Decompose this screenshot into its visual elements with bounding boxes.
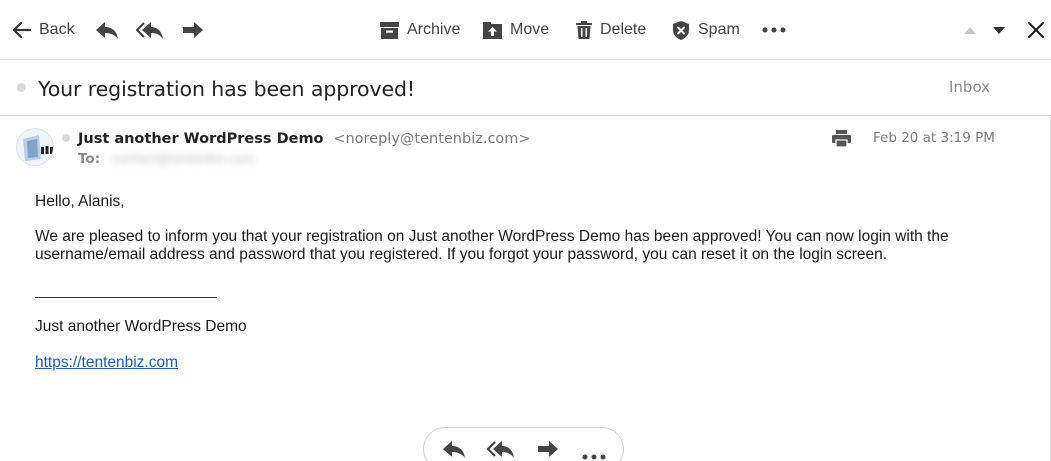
signature-name: Just another WordPress Demo (35, 318, 247, 335)
archive-button[interactable]: Archive (379, 0, 460, 60)
unread-indicator[interactable] (17, 83, 26, 92)
forward-icon (538, 441, 558, 457)
avatar[interactable] (16, 128, 54, 166)
spam-label: Spam (698, 21, 740, 38)
triangle-down-icon (992, 26, 1006, 35)
sender-email: <noreply@tentenbiz.com> (333, 131, 531, 147)
sender-status-dot (62, 134, 70, 142)
delete-button[interactable]: Delete (575, 0, 646, 60)
print-button[interactable] (831, 129, 852, 153)
shield-icon (671, 20, 691, 41)
sender-name: Just another WordPress Demo (78, 131, 324, 147)
signature-divider (35, 297, 217, 298)
move-icon (482, 21, 503, 40)
reply-all-button[interactable] (136, 0, 164, 60)
more-icon (582, 454, 606, 460)
move-label: Move (510, 21, 550, 38)
reply-button[interactable] (95, 0, 119, 60)
subject-title: Your registration has been approved! (38, 77, 416, 101)
more-actions-button[interactable] (762, 0, 786, 60)
message-view: Just another WordPress Demo <noreply@ten… (0, 117, 1051, 461)
back-label: Back (39, 21, 75, 38)
sender[interactable]: Just another WordPress Demo <noreply@ten… (78, 129, 531, 147)
archive-icon (379, 21, 400, 40)
message-toolbar: Back Archive Move Delete Spam (0, 0, 1051, 60)
quick-more-button[interactable] (582, 447, 606, 461)
to-label: To: (78, 151, 101, 167)
trash-icon (575, 20, 593, 40)
reply-icon (95, 20, 119, 40)
printer-icon (832, 130, 851, 148)
folder-label[interactable]: Inbox (949, 78, 990, 96)
triangle-up-icon (963, 26, 977, 35)
back-button[interactable]: Back (12, 0, 75, 60)
reply-icon (443, 441, 465, 458)
signature-link[interactable]: https://tentenbiz.com (35, 354, 178, 372)
subject-header: Your registration has been approved! Inb… (0, 60, 1051, 116)
greeting: Hello, Alanis, (35, 193, 125, 210)
recipient-address[interactable]: contact@tentenbiz.com (112, 152, 255, 166)
building-icon (17, 129, 53, 165)
next-message-button[interactable] (992, 0, 1006, 60)
archive-label: Archive (407, 21, 461, 38)
message-paragraph: We are pleased to inform you that your r… (35, 228, 949, 263)
close-icon (1027, 21, 1045, 39)
arrow-left-icon (12, 21, 32, 39)
spam-button[interactable]: Spam (671, 0, 740, 60)
quick-forward-button[interactable] (536, 439, 560, 461)
reply-all-icon (486, 441, 514, 458)
reply-all-icon (136, 20, 164, 40)
close-button[interactable] (1027, 0, 1045, 60)
message-date: Feb 20 at 3:19 PM (873, 130, 995, 146)
more-icon (762, 27, 786, 33)
quick-actions-bar (423, 427, 624, 461)
forward-icon (181, 20, 205, 40)
move-button[interactable]: Move (482, 0, 549, 60)
forward-button[interactable] (181, 0, 205, 60)
previous-message-button[interactable] (963, 0, 977, 60)
recipient-line: To: contact@tentenbiz.com (78, 151, 255, 167)
delete-label: Delete (600, 21, 647, 38)
quick-reply-button[interactable] (442, 439, 466, 461)
quick-reply-all-button[interactable] (486, 439, 515, 461)
